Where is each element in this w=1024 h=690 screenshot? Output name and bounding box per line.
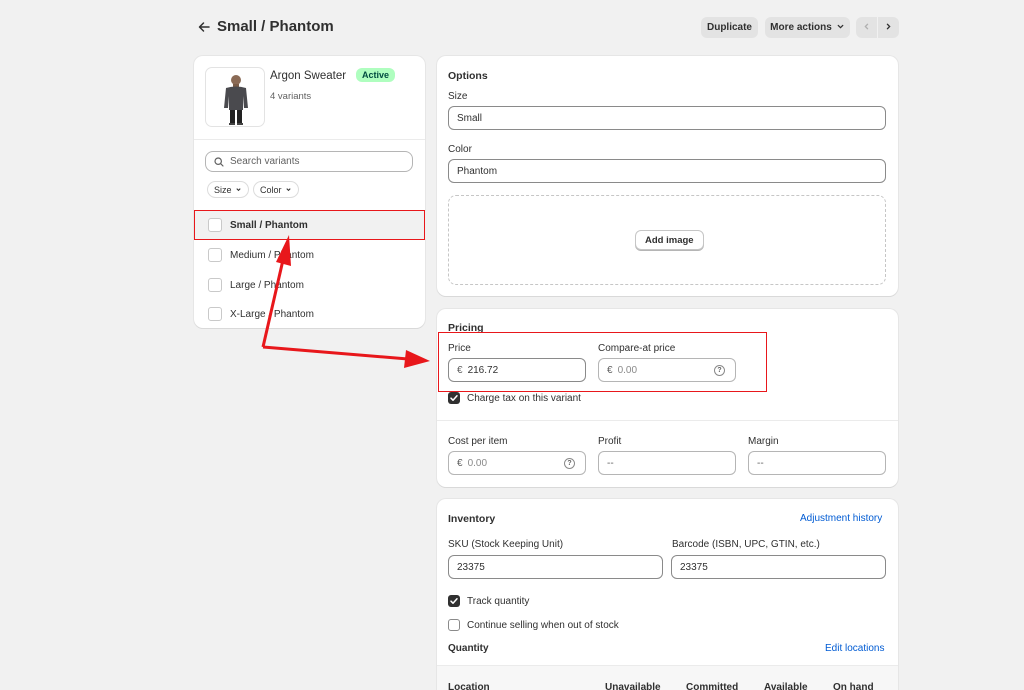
arrow-to-variant xyxy=(261,235,291,348)
arrow-to-price xyxy=(262,345,430,368)
annotation-arrows xyxy=(261,235,430,368)
